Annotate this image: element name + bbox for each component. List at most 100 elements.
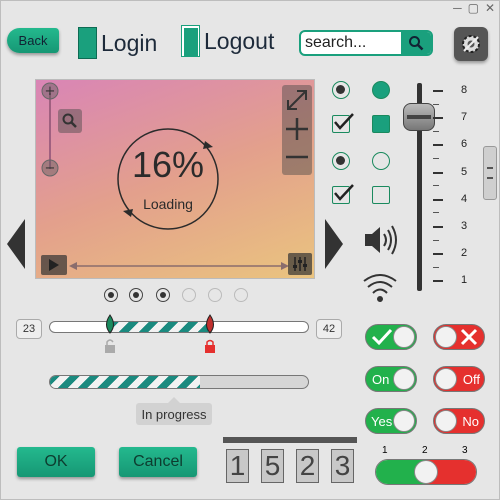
equalizer-button[interactable] <box>288 253 312 275</box>
counter-digit-2: 5 <box>261 449 284 483</box>
checkbox-empty-4[interactable] <box>372 186 390 204</box>
settings-button[interactable] <box>454 27 488 61</box>
page-dot-3[interactable] <box>156 288 170 302</box>
slider-minor-tick <box>433 212 439 214</box>
progress-tooltip: In progress <box>136 397 212 425</box>
plus-icon <box>286 118 308 140</box>
search-box: search... <box>299 30 433 56</box>
side-scroll-handle[interactable] <box>483 146 497 200</box>
slider-minor-tick <box>433 185 439 187</box>
x-icon <box>460 328 478 346</box>
slider-minor-tick <box>433 158 439 159</box>
range-low-handle[interactable] <box>101 313 119 335</box>
login-door-icon <box>78 27 97 59</box>
range-max-value: 42 <box>322 323 336 335</box>
counter-rail <box>223 437 357 443</box>
on-toggle[interactable]: On <box>365 366 417 392</box>
play-button[interactable] <box>41 255 67 275</box>
wifi-icon[interactable] <box>363 271 397 305</box>
speaker-icon[interactable] <box>363 223 399 257</box>
check-toggle-on[interactable] <box>365 324 417 350</box>
svg-text:+: + <box>45 84 56 99</box>
seek-bar[interactable] <box>69 259 289 273</box>
off-label: Off <box>462 372 480 387</box>
ok-button[interactable]: OK <box>17 447 95 477</box>
slider-tick <box>433 226 443 228</box>
slider-tick-label: 5 <box>461 165 468 178</box>
radio-filled-1[interactable] <box>332 81 350 99</box>
range-slider-track[interactable] <box>49 321 309 333</box>
ok-label: OK <box>44 453 68 470</box>
radio-empty-4[interactable] <box>372 152 390 170</box>
checkbox-filled-2[interactable] <box>372 115 390 133</box>
range-max-label: 42 <box>316 319 342 339</box>
progress-bar-fill <box>50 376 200 388</box>
maximize-button[interactable]: ▢ <box>468 1 479 15</box>
slider-tick <box>433 90 443 92</box>
minimize-button[interactable]: ─ <box>453 1 462 15</box>
page-dot-1[interactable] <box>104 288 118 302</box>
slider-tick <box>433 198 443 201</box>
slider-tick-label: 8 <box>461 84 468 96</box>
play-icon <box>49 259 59 271</box>
yes-label: Yes <box>371 414 393 429</box>
page-dot-4[interactable] <box>182 288 196 302</box>
search-button[interactable] <box>401 32 431 54</box>
vertical-slider-knob[interactable] <box>403 103 435 131</box>
player-toolbar <box>282 85 312 175</box>
slider-tick-label: 3 <box>461 220 468 232</box>
off-toggle[interactable]: Off <box>433 366 485 392</box>
no-label: No <box>462 414 479 429</box>
range-min-label: 23 <box>16 319 42 339</box>
cancel-label: Cancel <box>133 453 183 470</box>
close-button[interactable]: ✕ <box>485 1 495 15</box>
slider-tick-label: 2 <box>461 247 468 260</box>
switch-label-3: 3 <box>462 445 468 456</box>
yes-toggle[interactable]: Yes <box>365 408 417 434</box>
no-toggle[interactable]: No <box>433 408 485 434</box>
settings-gear-icon <box>462 35 480 53</box>
slider-tick-label: 4 <box>461 192 468 205</box>
prev-arrow-button[interactable] <box>7 219 27 269</box>
page-dot-2[interactable] <box>129 288 143 302</box>
progress-bar <box>49 375 309 389</box>
checkbox-checked-1[interactable] <box>332 113 354 133</box>
slider-tick-label: 1 <box>461 274 468 287</box>
range-slider-fill <box>109 322 210 332</box>
slider-tick <box>433 280 443 283</box>
unlocked-icon <box>105 339 115 353</box>
login-link[interactable]: Login <box>78 27 157 59</box>
zoom-button[interactable] <box>58 109 82 133</box>
slider-tick-label: 6 <box>461 138 468 151</box>
on-label: On <box>372 372 390 387</box>
page-dot-5[interactable] <box>208 288 222 302</box>
cancel-button[interactable]: Cancel <box>119 447 197 477</box>
search-input[interactable]: search... <box>301 32 401 54</box>
login-label: Login <box>101 29 158 56</box>
radio-filled-2[interactable] <box>372 81 390 99</box>
slider-tick <box>433 117 443 120</box>
range-high-handle[interactable] <box>201 313 219 335</box>
app-window: ─ ▢ ✕ Back Login Logout search... + − 16… <box>0 0 500 500</box>
radio-selected-3[interactable] <box>332 152 350 170</box>
next-arrow-button[interactable] <box>323 219 343 269</box>
slider-minor-tick <box>433 103 439 105</box>
checkbox-checked-3[interactable] <box>332 184 354 204</box>
zoom-icon <box>62 113 77 128</box>
x-toggle-off[interactable] <box>433 324 485 350</box>
search-icon <box>409 36 424 51</box>
three-switch-knob[interactable] <box>414 460 438 484</box>
slider-minor-tick <box>433 239 439 241</box>
range-min-value: 23 <box>22 323 36 335</box>
counter-digit-1: 1 <box>226 449 249 483</box>
slider-tick <box>433 253 443 256</box>
slider-minor-tick <box>433 266 439 268</box>
page-dot-6[interactable] <box>234 288 248 302</box>
loading-label: Loading <box>143 196 193 212</box>
locked-icon <box>205 339 215 353</box>
player-tool-icons[interactable] <box>282 85 312 175</box>
back-button[interactable]: Back <box>7 28 59 53</box>
slider-tick <box>433 144 443 147</box>
logout-link[interactable]: Logout <box>181 25 274 57</box>
equalizer-icon <box>293 257 307 271</box>
